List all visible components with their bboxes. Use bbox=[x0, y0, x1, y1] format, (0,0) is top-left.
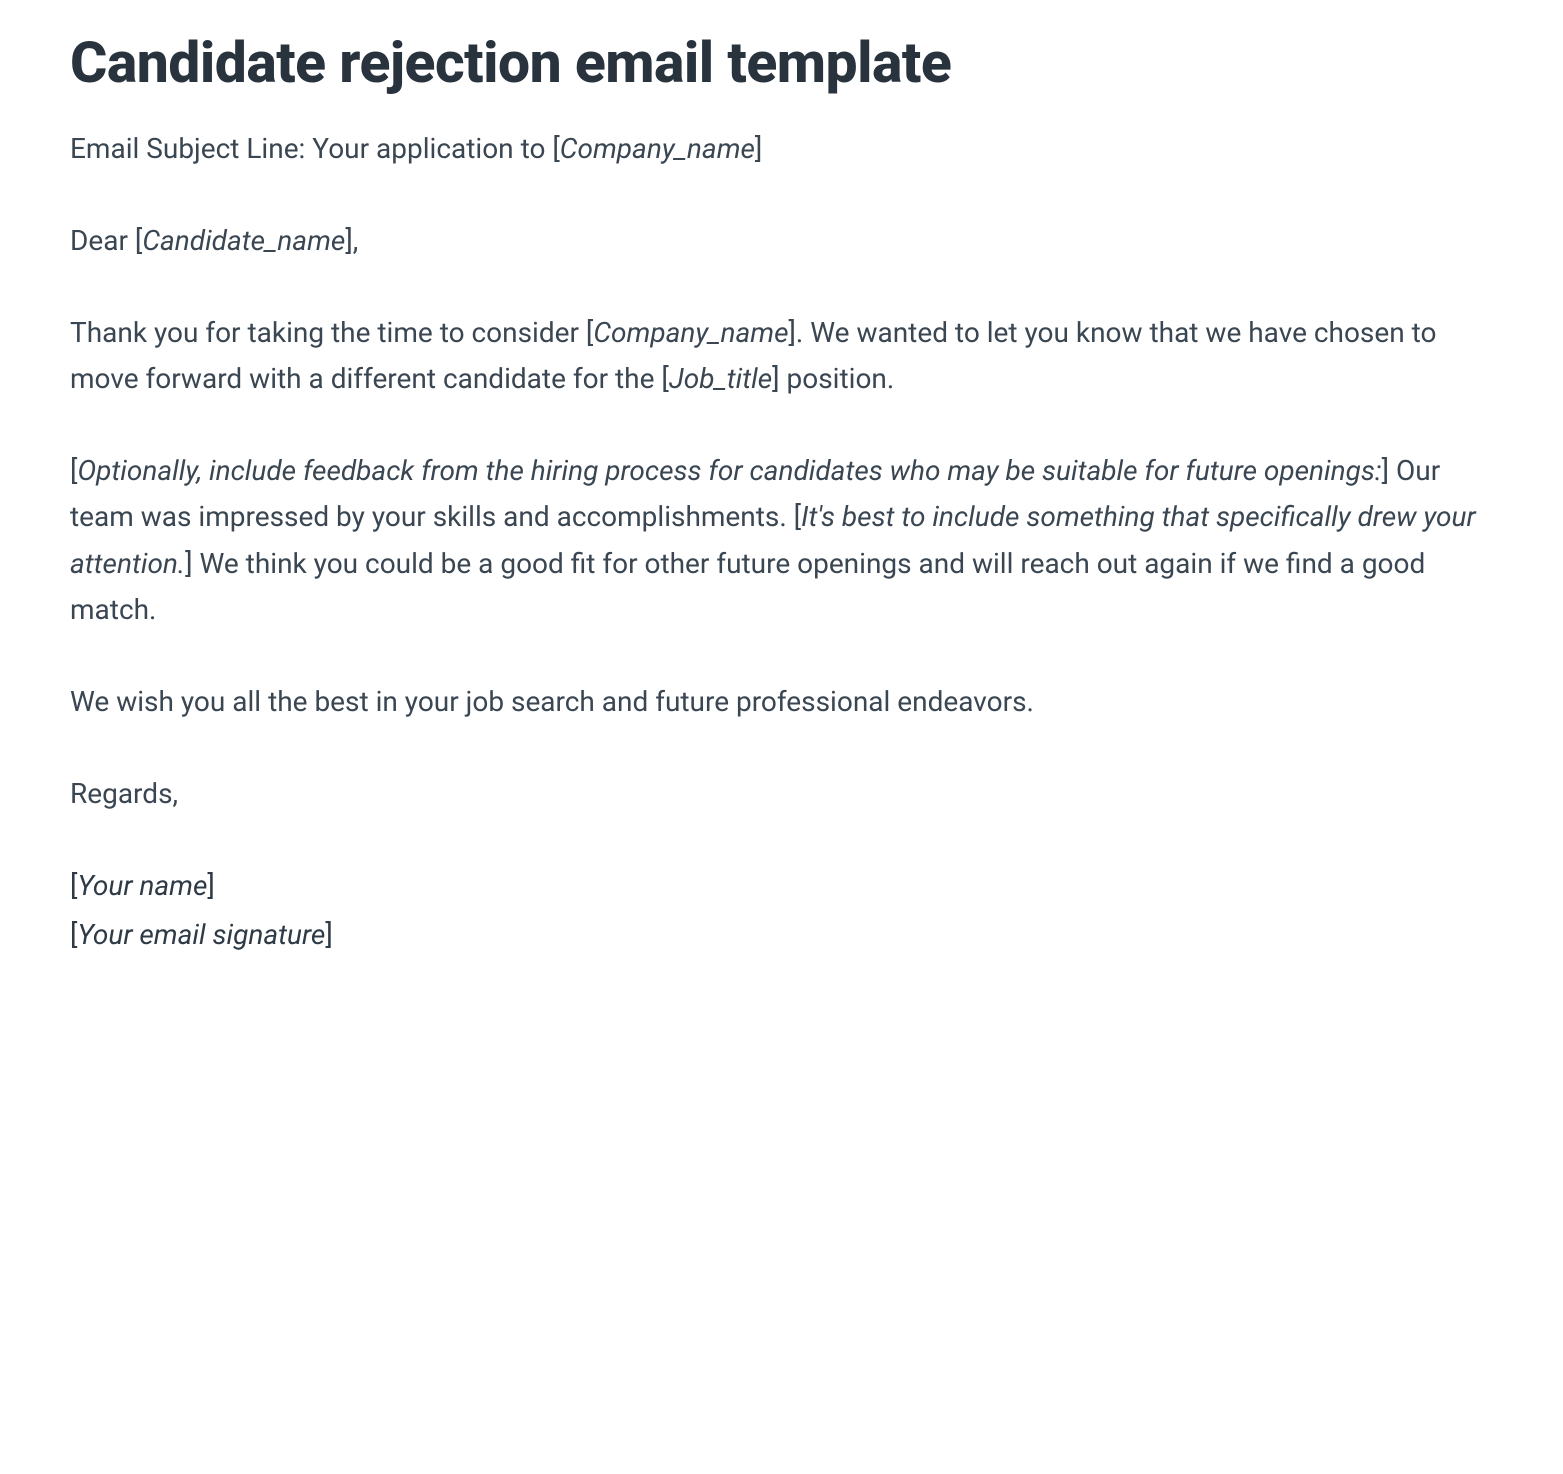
placeholder-your-email-signature: Your email signature bbox=[77, 918, 325, 951]
placeholder-company-name: Company_name bbox=[560, 132, 755, 165]
signature-name-line: [Your name] bbox=[70, 863, 1493, 909]
greeting-line: Dear [Candidate_name], bbox=[70, 218, 1493, 264]
body-paragraph-1: Thank you for taking the time to conside… bbox=[70, 310, 1493, 402]
subject-line: Email Subject Line: Your application to … bbox=[70, 126, 1493, 172]
greeting-prefix: Dear [ bbox=[70, 224, 142, 257]
subject-prefix: Email Subject Line: Your application to … bbox=[70, 132, 560, 165]
p1-text-3: ] position. bbox=[772, 362, 894, 395]
closing-line: Regards, bbox=[70, 771, 1493, 817]
placeholder-candidate-name: Candidate_name bbox=[142, 224, 345, 257]
placeholder-job-title: Job_title bbox=[669, 362, 772, 395]
body-paragraph-3: We wish you all the best in your job sea… bbox=[70, 679, 1493, 725]
subject-suffix: ] bbox=[755, 132, 762, 165]
page-title: Candidate rejection email template bbox=[70, 30, 1493, 96]
p1-text-1: Thank you for taking the time to conside… bbox=[70, 316, 593, 349]
placeholder-company-name-2: Company_name bbox=[593, 316, 788, 349]
placeholder-optional-feedback: Optionally, include feedback from the hi… bbox=[77, 454, 1381, 487]
p2-text-3: ] We think you could be a good fit for o… bbox=[70, 547, 1425, 626]
sig-email-suffix: ] bbox=[325, 918, 332, 951]
greeting-suffix: ], bbox=[345, 224, 358, 257]
signature-email-line: [Your email signature] bbox=[70, 912, 1493, 958]
placeholder-your-name: Your name bbox=[77, 869, 207, 902]
sig-name-suffix: ] bbox=[207, 869, 214, 902]
signature-block: [Your name] [Your email signature] bbox=[70, 863, 1493, 957]
body-paragraph-2: [Optionally, include feedback from the h… bbox=[70, 448, 1493, 633]
